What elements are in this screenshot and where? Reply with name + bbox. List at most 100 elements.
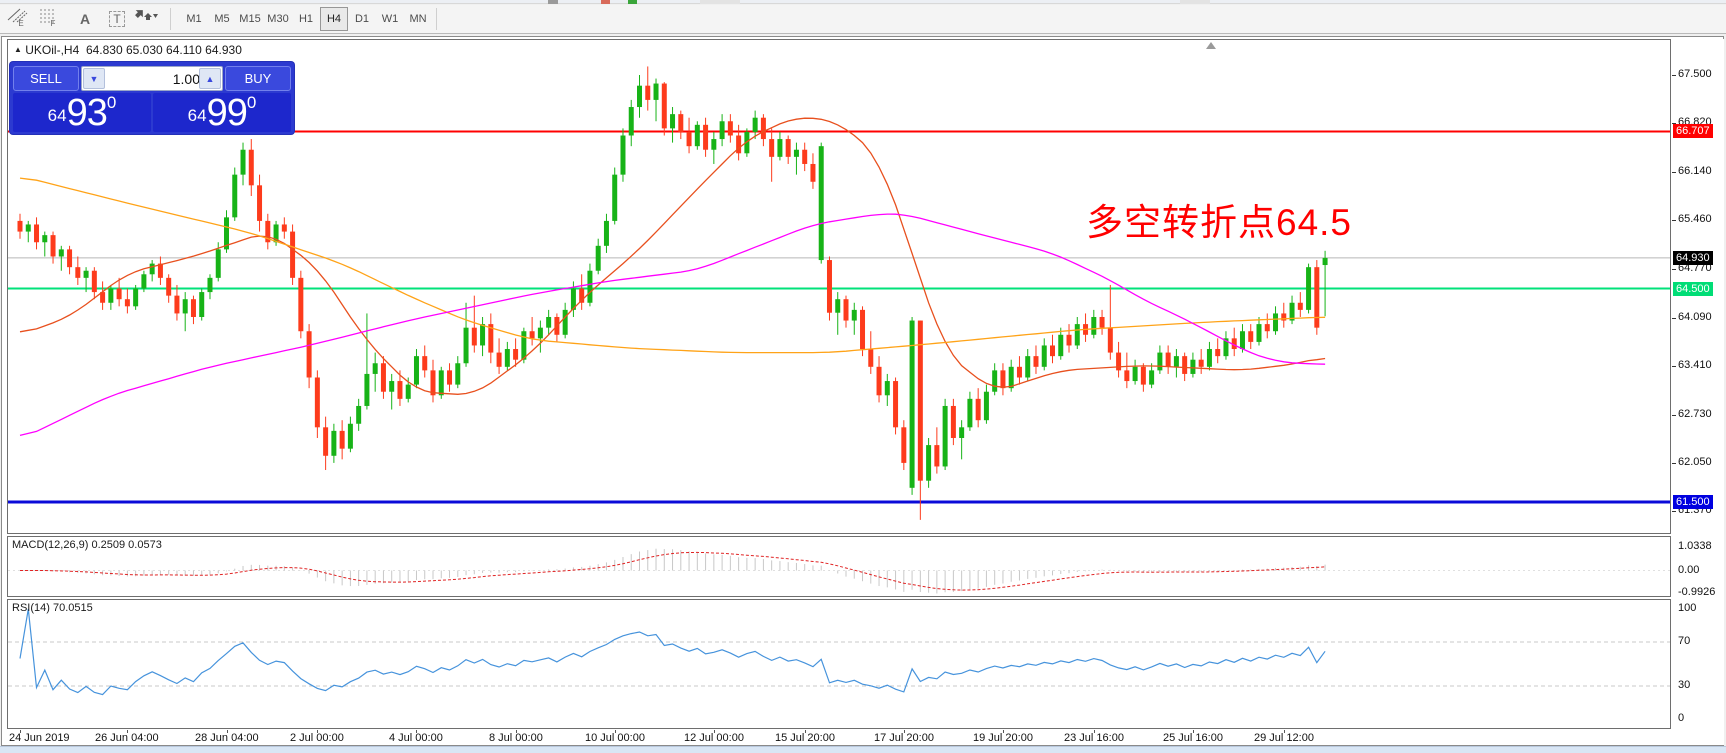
price-tick-mark	[1672, 269, 1676, 271]
candle-body	[1000, 370, 1006, 389]
candle-body	[802, 149, 808, 164]
timeframe-button-w1[interactable]: W1	[376, 7, 404, 31]
toolbar-fragment	[628, 0, 637, 4]
candle-body	[1132, 366, 1138, 382]
candle-body	[992, 370, 998, 392]
ma-slow-line	[19, 213, 1326, 437]
candle-body	[661, 83, 667, 129]
time-axis[interactable]: 24 Jun 2019 26 Jun 04:00 28 Jun 04:00 2 Jul…	[7, 730, 1671, 745]
timeframe-button-m15[interactable]: M15	[236, 7, 264, 31]
chart-shift-marker-icon[interactable]	[1206, 42, 1216, 49]
price-tick-mark	[1672, 366, 1676, 368]
candle-body	[1322, 257, 1328, 266]
candle-body	[124, 299, 130, 307]
price-level-label-64.500: 64.500	[1673, 281, 1713, 296]
candle-body	[793, 149, 799, 157]
time-tick-label: 8 Jul 00:00	[489, 732, 543, 744]
volume-decrease-button[interactable]: ▼	[83, 68, 105, 89]
sell-price[interactable]: 64 93 0	[13, 93, 151, 132]
candle-body	[876, 366, 882, 396]
candle-body	[413, 356, 419, 385]
candle-body	[34, 224, 40, 243]
candle-body	[1099, 316, 1105, 328]
candle-body	[1173, 356, 1179, 367]
candle-body	[504, 349, 510, 367]
candle-body	[471, 327, 477, 346]
timeframe-button-h4[interactable]: H4	[320, 7, 348, 31]
candle-body	[438, 370, 444, 396]
toolbar-fragment	[1180, 0, 1210, 4]
candle-body	[298, 277, 304, 332]
macd-canvas	[8, 548, 1670, 594]
candle-body	[240, 149, 246, 175]
text-icon[interactable]: A	[70, 7, 100, 31]
candle-body	[1041, 345, 1047, 367]
arrow-objects-icon[interactable]	[134, 7, 164, 31]
candle-body	[430, 370, 436, 396]
candle-body	[777, 139, 783, 157]
fibonacci-retracement-icon[interactable]: F	[38, 7, 68, 31]
candle-body	[58, 249, 64, 257]
rsi-label: RSI(14) 70.0515	[12, 602, 93, 614]
candle-body	[1149, 370, 1155, 385]
time-tick-label: 15 Jul 20:00	[775, 732, 835, 744]
candle-body	[1206, 349, 1212, 367]
candle-body	[380, 363, 386, 392]
candle-body	[1107, 327, 1113, 353]
sell-button[interactable]: SELL	[13, 66, 79, 91]
ohlc-readout: 64.830 65.030 64.110 64.930	[85, 43, 242, 57]
volume-input[interactable]	[106, 67, 200, 90]
time-tick-label: 19 Jul 20:00	[973, 732, 1033, 744]
equidistant-channel-icon[interactable]: E	[6, 7, 36, 31]
price-tick-label: 67.500	[1678, 68, 1712, 80]
time-tick-label: 28 Jun 04:00	[195, 732, 259, 744]
time-tick-label: 26 Jun 04:00	[95, 732, 159, 744]
price-tick-label: 66.140	[1678, 164, 1712, 177]
text-label-icon[interactable]: T	[102, 7, 132, 31]
volume-increase-button[interactable]: ▲	[199, 68, 221, 89]
candle-body	[232, 174, 238, 218]
candle-body	[207, 277, 213, 293]
candle-body	[174, 295, 180, 314]
macd-indicator-pane[interactable]: MACD(12,26,9) 0.2509 0.0573	[7, 536, 1671, 597]
main-chart-pane[interactable]: ▲ UKOil-,H4 64.830 65.030 64.110 64.930 …	[7, 39, 1671, 534]
candle-body	[116, 288, 122, 300]
candle-body	[818, 146, 824, 261]
candle-body	[785, 139, 791, 157]
candle-body	[364, 373, 370, 406]
candle-body	[356, 405, 362, 424]
timeframe-button-d1[interactable]: D1	[348, 7, 376, 31]
candle-body	[199, 292, 205, 317]
timeframe-button-h1[interactable]: H1	[292, 7, 320, 31]
candle-body	[670, 114, 676, 129]
volume-box: ▼ ▲	[81, 66, 223, 91]
candle-body	[959, 427, 965, 438]
price-level-label-64.930: 64.930	[1673, 250, 1713, 265]
macd-axis-label: -0.9926	[1678, 586, 1716, 599]
timeframe-button-m5[interactable]: M5	[208, 7, 236, 31]
buy-button[interactable]: BUY	[225, 66, 291, 91]
candle-body	[893, 381, 899, 428]
candle-body	[339, 430, 345, 449]
time-tick-label: 29 Jul 12:00	[1254, 732, 1314, 744]
timeframe-button-m30[interactable]: M30	[264, 7, 292, 31]
candle-body	[463, 327, 469, 364]
candle-body	[934, 445, 940, 467]
candle-body	[290, 231, 296, 278]
timeframe-button-mn[interactable]: MN	[404, 7, 432, 31]
one-click-trading-panel: SELL ▼ ▲ BUY 64930 64990	[10, 62, 294, 134]
price-tick-mark	[1672, 75, 1676, 76]
candle-body	[1198, 359, 1204, 367]
candle-body	[686, 131, 692, 147]
candle-body	[513, 349, 519, 360]
buy-price[interactable]: 64 99 0	[153, 93, 291, 132]
price-tick-label: 62.050	[1678, 455, 1712, 468]
timeframe-button-m1[interactable]: M1	[180, 7, 208, 31]
collapse-panel-icon[interactable]: ▲	[14, 45, 22, 54]
candle-body	[248, 149, 254, 186]
candle-body	[1033, 356, 1039, 367]
price-axis[interactable]: 67.500 66.820 66.140 65.460 64.770 64.090 63.4…	[1672, 39, 1724, 745]
rsi-axis-label: 100	[1678, 602, 1697, 614]
rsi-indicator-pane[interactable]: RSI(14) 70.0515	[7, 599, 1671, 729]
candle-body	[1058, 334, 1064, 357]
